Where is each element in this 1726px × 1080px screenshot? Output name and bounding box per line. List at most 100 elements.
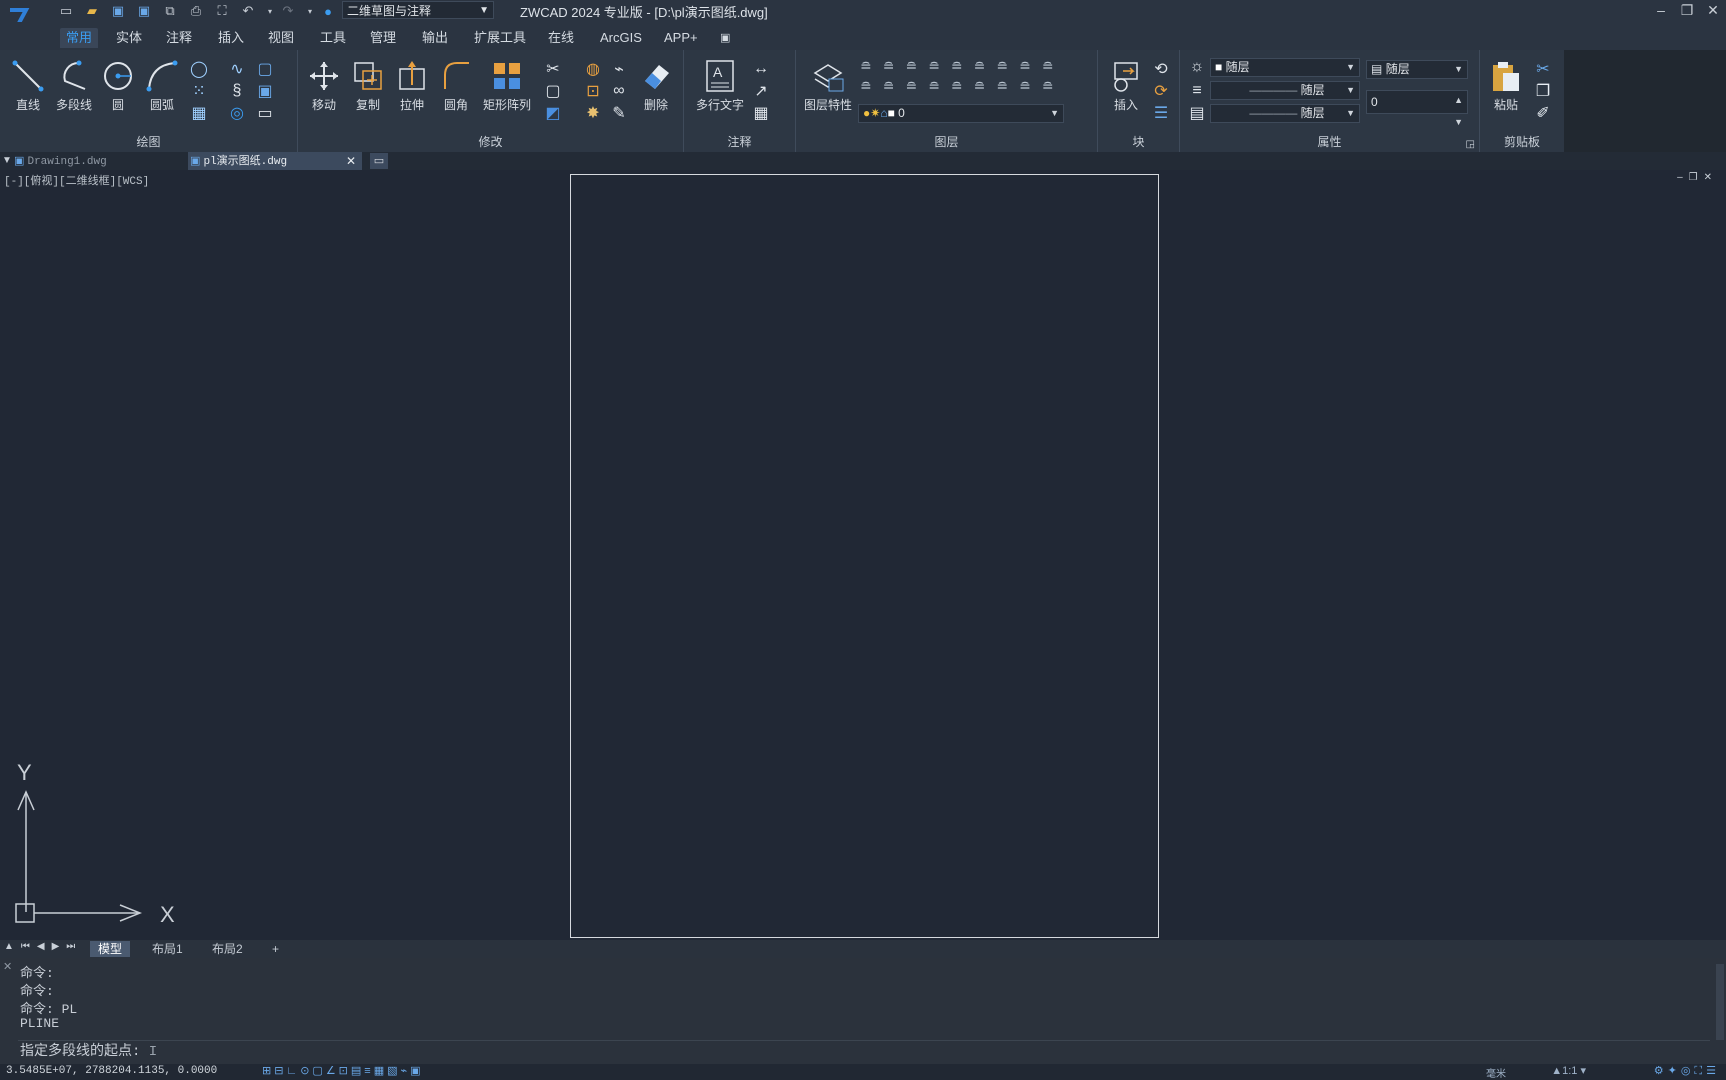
mtext-button[interactable]: A 多行文字: [692, 58, 748, 113]
rotate-icon[interactable]: ◩: [544, 104, 562, 122]
cut-icon[interactable]: ✂: [1534, 60, 1552, 78]
undo-icon[interactable]: ↶: [240, 3, 256, 19]
print-icon[interactable]: ⎙: [188, 3, 204, 19]
break-icon[interactable]: ⌁: [610, 60, 628, 78]
tab-annotate[interactable]: 注释: [160, 28, 198, 48]
rectangle-icon[interactable]: ▢: [256, 60, 274, 78]
save-as-icon[interactable]: ▣: [136, 3, 152, 19]
tab-output[interactable]: 输出: [416, 28, 454, 48]
workspace-select[interactable]: 二维草图与注释 ▼: [342, 1, 494, 19]
mirror-icon[interactable]: ▢: [544, 82, 562, 100]
help-icon[interactable]: ●: [320, 3, 336, 19]
lineweight-icon[interactable]: ≡: [1188, 82, 1206, 100]
trim-icon[interactable]: ✂: [544, 60, 562, 78]
open-folder-icon[interactable]: ▰: [84, 3, 100, 19]
viewport-controls[interactable]: [-][俯视][二维线框][WCS]: [4, 172, 149, 188]
polyline-button[interactable]: 多段线: [52, 58, 96, 113]
rect-array-button[interactable]: 矩形阵列: [480, 58, 534, 113]
hatch-icon[interactable]: §: [228, 82, 246, 100]
point-icon[interactable]: ⁙: [190, 82, 208, 100]
offset-icon[interactable]: ◍: [584, 60, 602, 78]
explode-icon[interactable]: ✸: [584, 104, 602, 122]
spline-icon[interactable]: ∿: [228, 60, 246, 78]
boundary-icon[interactable]: ▦: [190, 104, 208, 122]
tab-view[interactable]: 视图: [262, 28, 300, 48]
tab-manage[interactable]: 管理: [364, 28, 402, 48]
plotstyle-select[interactable]: ▤ 随层 ▼: [1366, 60, 1468, 79]
close-tab-icon[interactable]: ✕: [346, 152, 356, 170]
tab-model[interactable]: 模型: [90, 941, 131, 957]
arc-button[interactable]: 圆弧: [140, 58, 184, 113]
add-layout-button[interactable]: +: [264, 941, 287, 957]
edit-icon[interactable]: ✎: [610, 104, 628, 122]
close-command-icon[interactable]: ✕: [3, 960, 12, 973]
paste-button[interactable]: 粘贴: [1484, 58, 1528, 113]
save-icon[interactable]: ▣: [110, 3, 126, 19]
status-tray-icons[interactable]: ⚙✦◎⛶☰: [1654, 1064, 1720, 1078]
tab-tools[interactable]: 工具: [314, 28, 352, 48]
maximize-button[interactable]: ❐: [1676, 1, 1698, 19]
leader-icon[interactable]: ↗: [752, 82, 770, 100]
region-icon[interactable]: ▣: [256, 82, 274, 100]
lineweight-select[interactable]: ———— 随层 ▼: [1210, 81, 1360, 100]
tab-extensions[interactable]: 扩展工具: [468, 28, 532, 48]
line-button[interactable]: 直线: [6, 58, 50, 113]
insert-block-button[interactable]: 插入: [1104, 58, 1148, 113]
create-block-icon[interactable]: ⟲: [1152, 60, 1170, 78]
command-scrollbar[interactable]: [1716, 964, 1724, 1040]
layout-nav-icons[interactable]: ▲⏮◀▶⏭: [4, 941, 82, 952]
drafting-toggles[interactable]: ⊞⊟∟⊙▢∠⊡▤≡▦▧⌁▣: [262, 1064, 424, 1077]
match-properties-icon[interactable]: ☼: [1188, 58, 1206, 76]
table-icon[interactable]: ▦: [752, 104, 770, 122]
join-icon[interactable]: ∞: [610, 82, 628, 100]
stretch-button[interactable]: 拉伸: [390, 58, 434, 113]
transparency-input[interactable]: 0 ▲ ▼: [1366, 90, 1468, 127]
donut-icon[interactable]: ◎: [228, 104, 246, 122]
redo-dropdown-icon[interactable]: ▾: [302, 3, 318, 19]
tab-layout1[interactable]: 布局1: [144, 941, 191, 957]
scale-icon[interactable]: ⊡: [584, 82, 602, 100]
viewport-window-controls[interactable]: –❐✕: [1677, 172, 1718, 183]
annotation-scale[interactable]: ▲1:1 ▾: [1551, 1064, 1586, 1077]
revcloud-icon[interactable]: ▭: [256, 104, 274, 122]
linetype-icon[interactable]: ▤: [1188, 104, 1206, 122]
tab-solid[interactable]: 实体: [110, 28, 148, 48]
tab-menu-icon[interactable]: ▼: [2, 152, 12, 170]
save-all-icon[interactable]: ⧉: [162, 3, 178, 19]
doc-tab-pl[interactable]: ▣ pl演示图纸.dwg ✕: [188, 152, 362, 170]
spinner-icon[interactable]: ▲ ▼: [1454, 89, 1463, 133]
new-tab-icon[interactable]: ▭: [370, 153, 388, 169]
copy-button[interactable]: 复制: [346, 58, 390, 113]
tab-app-plus[interactable]: APP+: [658, 28, 704, 48]
minimize-button[interactable]: –: [1650, 1, 1672, 19]
match-prop-brush-icon[interactable]: ✐: [1534, 104, 1552, 122]
redo-icon[interactable]: ↷: [280, 3, 296, 19]
close-button[interactable]: ✕: [1702, 1, 1724, 19]
layer-select[interactable]: ●✷⌂■ 0 ▼: [858, 104, 1064, 123]
tab-home[interactable]: 常用: [60, 28, 99, 48]
tab-online[interactable]: 在线: [542, 28, 580, 48]
ellipse-icon[interactable]: ◯: [190, 60, 208, 78]
fillet-button[interactable]: 圆角: [434, 58, 478, 113]
drawing-viewport[interactable]: [-][俯视][二维线框][WCS] –❐✕ Y X: [0, 170, 1726, 940]
color-select[interactable]: ■ 随层 ▼: [1210, 58, 1360, 77]
circle-button[interactable]: 圆: [96, 58, 140, 113]
command-input[interactable]: 指定多段线的起点: Ι: [18, 1040, 1710, 1063]
tab-arcgis[interactable]: ArcGIS: [594, 28, 648, 48]
units-label[interactable]: 毫米: [1486, 1065, 1506, 1080]
copy-clip-icon[interactable]: ❐: [1534, 82, 1552, 100]
erase-button[interactable]: 删除: [634, 58, 678, 113]
ribbon-collapse-icon[interactable]: ▣: [714, 28, 736, 48]
layer-tools-icons[interactable]: ≘≘≘≘≘≘≘≘≘ ≘≘≘≘≘≘≘≘≘: [860, 56, 1090, 96]
linetype-select[interactable]: ———— 随层 ▼: [1210, 104, 1360, 123]
tab-layout2[interactable]: 布局2: [204, 941, 251, 957]
doc-tab-drawing1[interactable]: ▣ Drawing1.dwg: [14, 152, 182, 170]
undo-dropdown-icon[interactable]: ▾: [262, 3, 278, 19]
move-button[interactable]: 移动: [302, 58, 346, 113]
tab-insert[interactable]: 插入: [212, 28, 250, 48]
new-file-icon[interactable]: ▭: [58, 3, 74, 19]
block-attribute-icon[interactable]: ☰: [1152, 104, 1170, 122]
zoom-extents-icon[interactable]: ⛶: [214, 3, 230, 19]
edit-block-icon[interactable]: ⟳: [1152, 82, 1170, 100]
layer-properties-button[interactable]: 图层特性: [800, 58, 856, 113]
